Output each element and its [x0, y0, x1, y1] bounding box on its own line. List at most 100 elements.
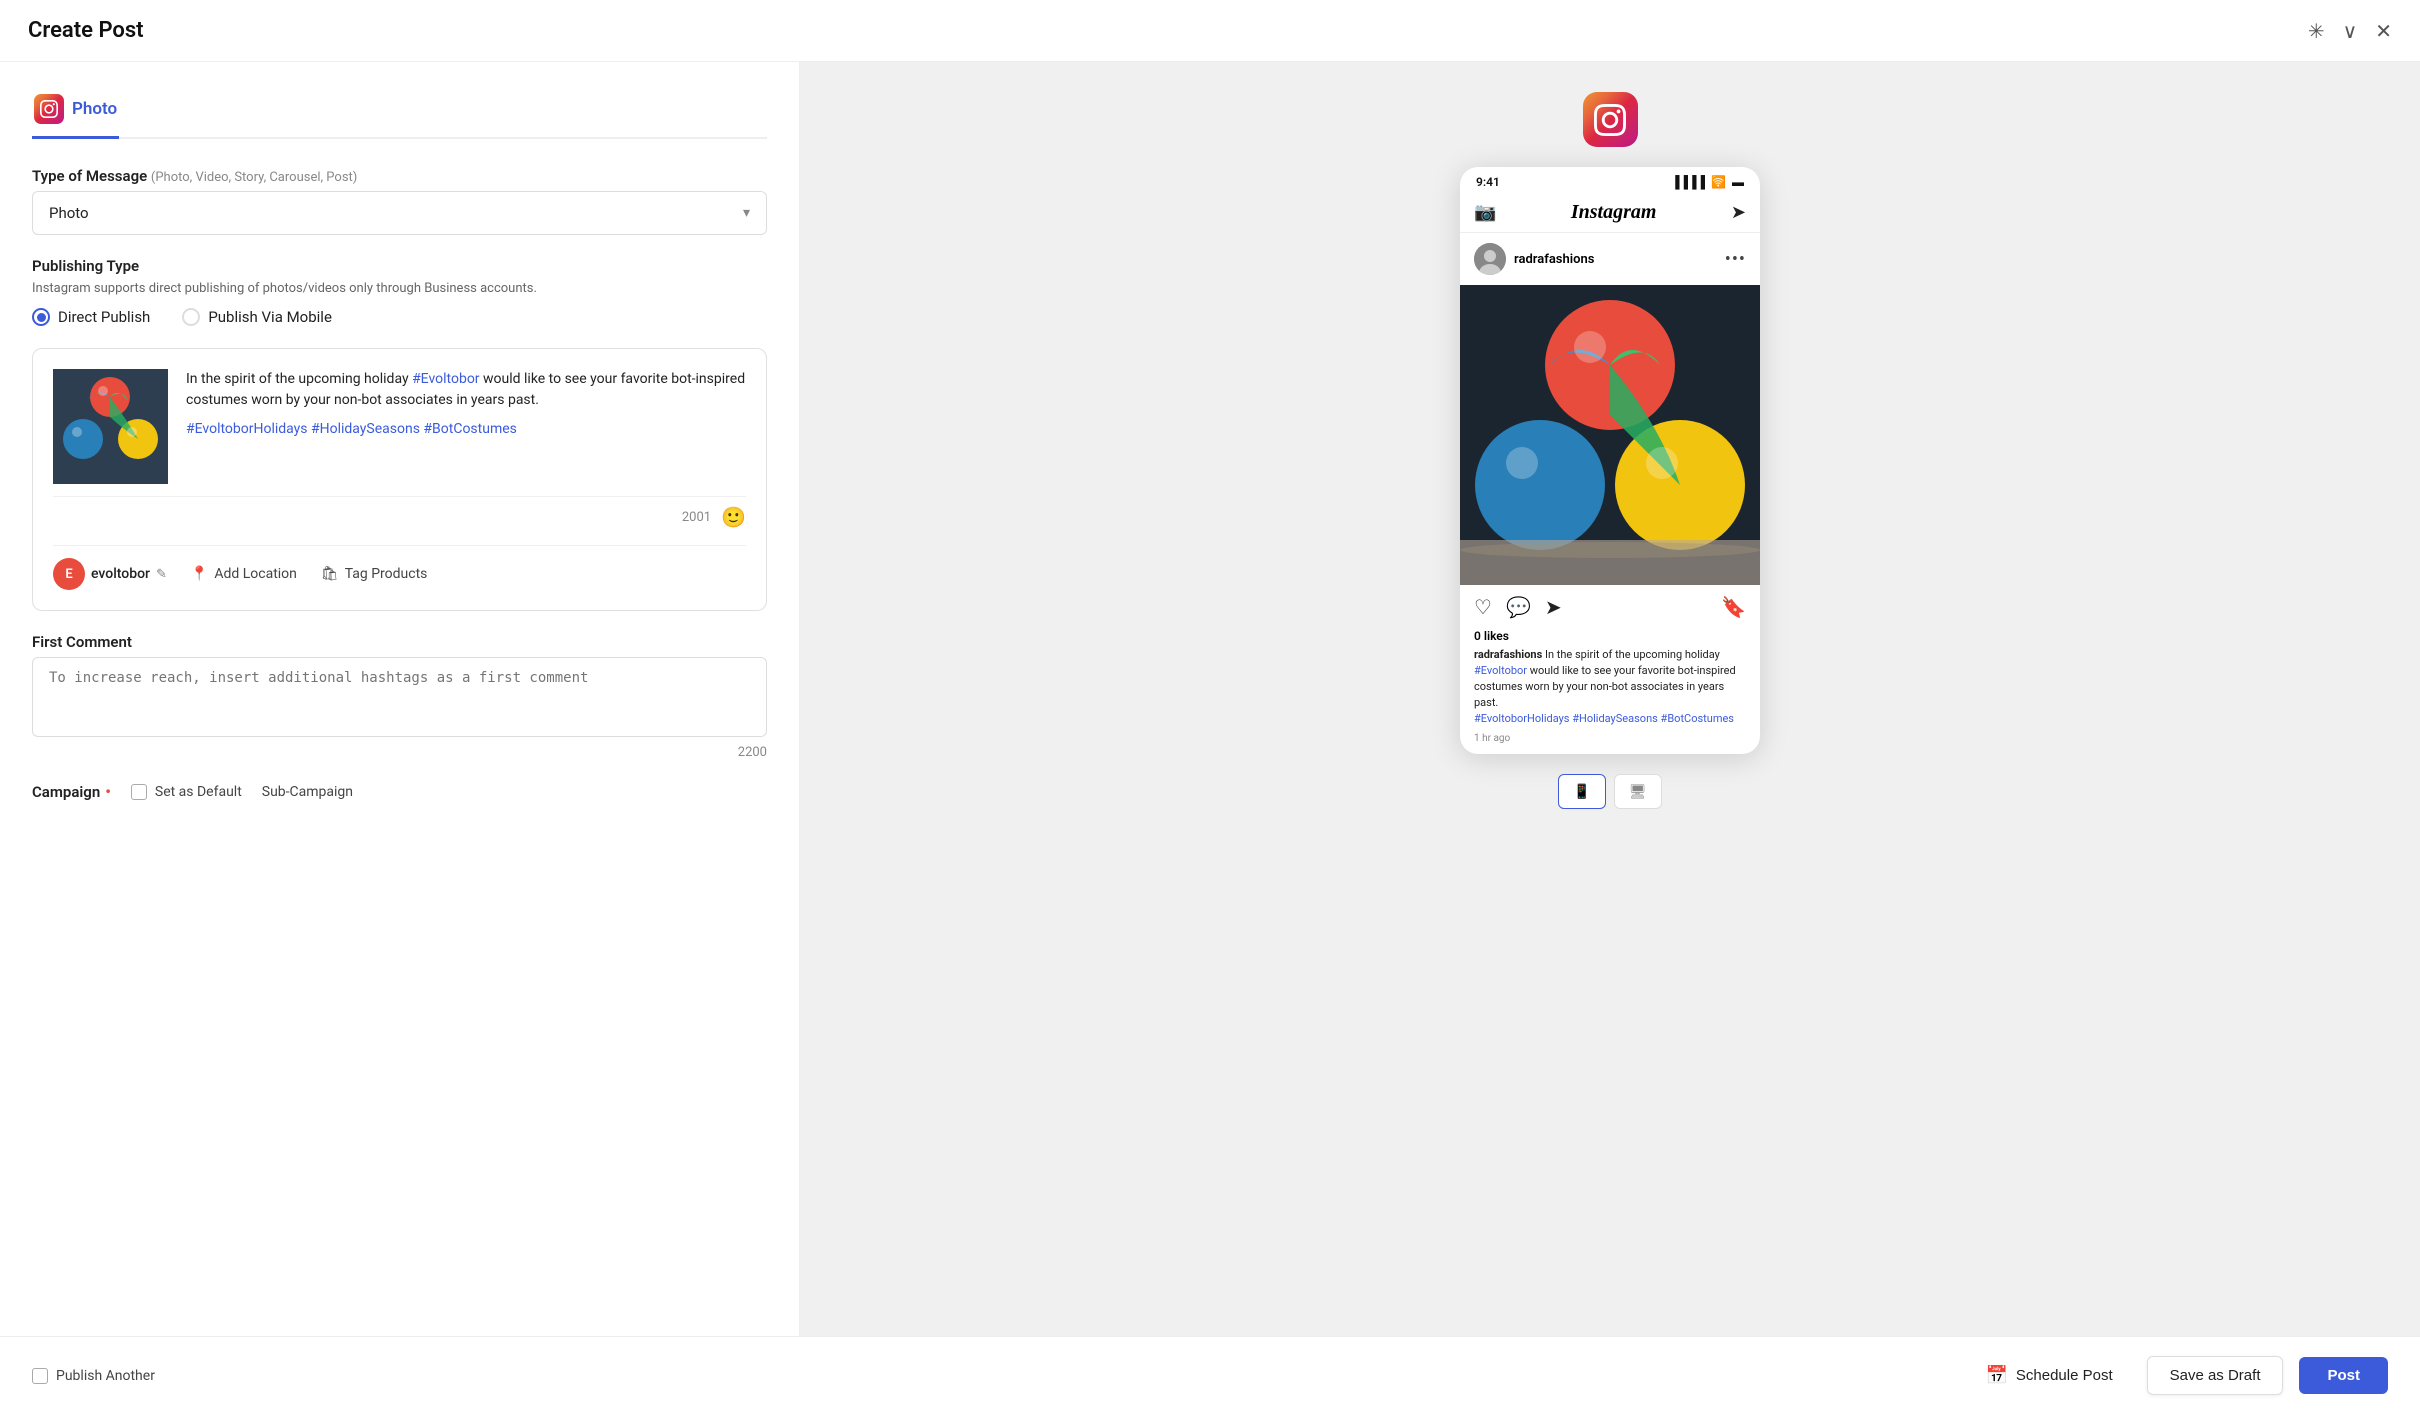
post-card: In the spirit of the upcoming holiday #E…: [32, 348, 767, 611]
preview-caption-text: In the spirit of the upcoming holiday: [1545, 648, 1720, 661]
publish-another-label: Publish Another: [56, 1368, 155, 1384]
location-icon: 📍: [191, 566, 208, 582]
page-title: Create Post: [28, 18, 144, 43]
right-panel: 9:41 ▐▐▐▐ 🛜 ▬ 📷 Instagram ➤: [800, 62, 2420, 1336]
set-as-default-label: Set as Default: [155, 784, 242, 800]
publishing-type-radio-group: Direct Publish Publish Via Mobile: [32, 308, 767, 326]
post-text: In the spirit of the upcoming holiday #E…: [186, 369, 746, 484]
phone-mockup: 9:41 ▐▐▐▐ 🛜 ▬ 📷 Instagram ➤: [1460, 167, 1760, 754]
set-as-default-checkbox-box: [131, 784, 147, 800]
signal-icon: ▐▐▐▐: [1671, 175, 1705, 189]
preview-likes: 0 likes: [1460, 629, 1760, 643]
char-count-row: 2001 🙂: [53, 496, 746, 529]
post-mention: #Evoltobor: [412, 371, 479, 387]
preview-time-ago: 1 hr ago: [1460, 733, 1760, 754]
type-of-message-section: Type of Message (Photo, Video, Story, Ca…: [32, 167, 767, 235]
close-icon[interactable]: ✕: [2375, 19, 2392, 43]
post-image: [53, 369, 168, 484]
preview-actions-left: ♡ 💬 ➤: [1474, 595, 1562, 619]
preview-post-header: radrafashions •••: [1460, 233, 1760, 285]
sub-campaign-label: Sub-Campaign: [262, 784, 353, 800]
instagram-icon: [34, 94, 64, 124]
campaign-section: Campaign • Set as Default Sub-Campaign: [32, 782, 767, 801]
preview-logo: [1583, 92, 1638, 147]
preview-username: radrafashions: [1514, 252, 1594, 267]
publish-another-checkbox[interactable]: Publish Another: [32, 1368, 155, 1384]
select-chevron-icon: ▾: [743, 205, 750, 221]
publishing-type-desc: Instagram supports direct publishing of …: [32, 281, 767, 296]
radio-publish-via-mobile[interactable]: Publish Via Mobile: [182, 308, 332, 326]
radio-direct-publish[interactable]: Direct Publish: [32, 308, 150, 326]
camera-nav-icon: 📷: [1474, 202, 1496, 223]
status-icons: ▐▐▐▐ 🛜 ▬: [1671, 175, 1744, 189]
publishing-type-label: Publishing Type: [32, 257, 767, 275]
bottom-bar: Publish Another 📅 Schedule Post Save as …: [0, 1336, 2420, 1414]
first-comment-input[interactable]: [32, 657, 767, 737]
add-location-btn[interactable]: 📍 Add Location: [191, 566, 297, 582]
radio-direct-publish-circle: [32, 308, 50, 326]
comment-char-count: 2200: [738, 745, 767, 760]
first-comment-section: First Comment 2200: [32, 633, 767, 760]
post-hashtags-text: #EvoltoborHolidays #HolidaySeasons #BotC…: [186, 421, 517, 437]
tab-photo-label: Photo: [72, 99, 117, 119]
account-avatar-btn[interactable]: E evoltobor ✎: [53, 558, 167, 590]
type-of-message-label: Type of Message (Photo, Video, Story, Ca…: [32, 167, 767, 185]
preview-post-image: [1460, 285, 1760, 585]
chevron-down-icon[interactable]: ∨: [2343, 19, 2358, 43]
type-of-message-hint: (Photo, Video, Story, Carousel, Post): [151, 170, 357, 185]
publish-via-mobile-label: Publish Via Mobile: [208, 308, 332, 326]
post-label: Post: [2327, 1367, 2360, 1384]
edit-icon: ✎: [156, 567, 167, 582]
publish-another-checkbox-box: [32, 1368, 48, 1384]
post-card-footer: E evoltobor ✎ 📍 Add Location 🛍 Tag Produ…: [53, 545, 746, 590]
topbar: Create Post ✳ ∨ ✕: [0, 0, 2420, 62]
calendar-icon: 📅: [1985, 1365, 2007, 1386]
battery-icon: ▬: [1732, 175, 1744, 189]
schedule-post-label: Schedule Post: [2016, 1367, 2113, 1384]
preview-caption-mention: #Evoltobor: [1474, 664, 1527, 677]
account-name: evoltobor: [91, 566, 150, 582]
message-type-select[interactable]: Photo ▾: [32, 191, 767, 235]
set-as-default-checkbox[interactable]: Set as Default: [131, 784, 242, 800]
topbar-actions: ✳ ∨ ✕: [2308, 19, 2392, 43]
save-icon: 🔖: [1721, 595, 1746, 619]
mobile-view-btn[interactable]: 📱: [1558, 774, 1605, 809]
post-content: In the spirit of the upcoming holiday #E…: [53, 369, 746, 484]
phone-status-bar: 9:41 ▐▐▐▐ 🛜 ▬: [1460, 167, 1760, 193]
campaign-label: Campaign •: [32, 782, 111, 801]
comment-footer: 2200: [32, 745, 767, 760]
preview-caption: radrafashions In the spirit of the upcom…: [1460, 643, 1760, 733]
pin-icon[interactable]: ✳: [2308, 19, 2325, 43]
first-comment-label: First Comment: [32, 633, 767, 651]
preview-more-icon: •••: [1725, 249, 1746, 270]
tag-products-label: Tag Products: [345, 566, 428, 582]
post-button[interactable]: Post: [2299, 1357, 2388, 1394]
phone-nav: 📷 Instagram ➤: [1460, 193, 1760, 233]
tab-photo[interactable]: Photo: [32, 86, 119, 139]
message-type-select-wrapper: Photo ▾: [32, 191, 767, 235]
char-count: 2001: [682, 510, 711, 525]
send-nav-icon: ➤: [1731, 202, 1746, 223]
main-layout: Photo Type of Message (Photo, Video, Sto…: [0, 62, 2420, 1336]
tag-products-btn[interactable]: 🛍 Tag Products: [321, 566, 427, 582]
view-toggle: 📱 🖥: [1558, 774, 1661, 809]
share-icon: ➤: [1545, 595, 1562, 619]
preview-post-header-left: radrafashions: [1474, 243, 1594, 275]
preview-post-actions: ♡ 💬 ➤ 🔖: [1460, 585, 1760, 629]
emoji-button[interactable]: 🙂: [721, 505, 746, 529]
campaign-required-dot: •: [105, 782, 111, 801]
left-panel: Photo Type of Message (Photo, Video, Sto…: [0, 62, 800, 1336]
desktop-view-btn[interactable]: 🖥: [1614, 774, 1662, 809]
schedule-post-button[interactable]: 📅 Schedule Post: [1967, 1355, 2130, 1396]
message-type-value: Photo: [49, 204, 89, 222]
add-location-label: Add Location: [214, 566, 297, 582]
save-draft-button[interactable]: Save as Draft: [2147, 1356, 2284, 1395]
like-icon: ♡: [1474, 595, 1492, 619]
tabs: Photo: [32, 86, 767, 139]
preview-caption-user: radrafashions: [1474, 648, 1542, 661]
preview-instagram-icon: [1583, 92, 1638, 147]
publishing-type-section: Publishing Type Instagram supports direc…: [32, 257, 767, 326]
preview-avatar: [1474, 243, 1506, 275]
preview-caption-hashtags: #EvoltoborHolidays #HolidaySeasons #BotC…: [1474, 712, 1734, 725]
wifi-icon: 🛜: [1711, 175, 1726, 189]
